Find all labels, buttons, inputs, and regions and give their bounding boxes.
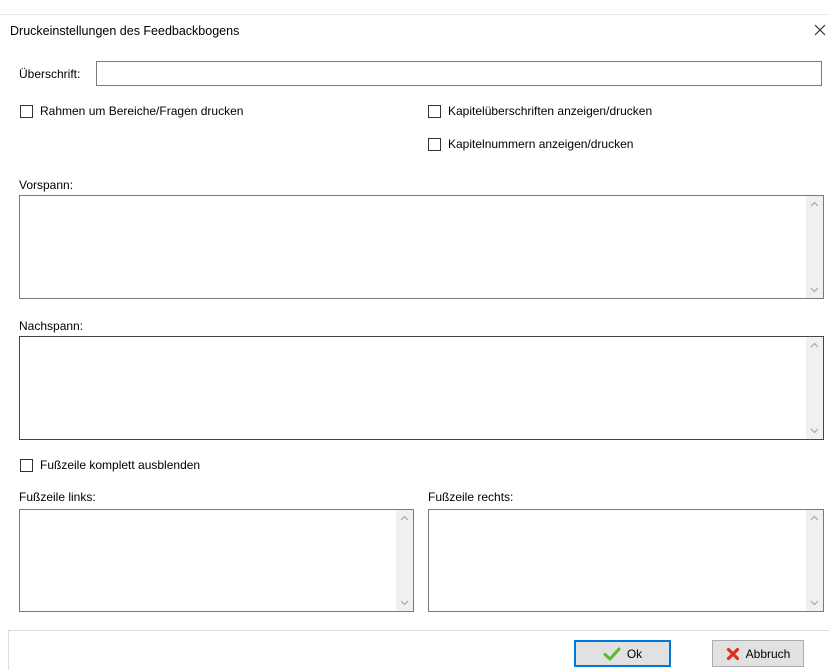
- footer-left-memo[interactable]: [19, 509, 414, 612]
- footer-left-scroll-down-button[interactable]: [396, 594, 413, 611]
- frame-checkbox-label: Rahmen um Bereiche/Fragen drucken: [40, 104, 244, 118]
- footer-right-scrollbar[interactable]: [806, 510, 823, 611]
- chapter-numbers-checkbox-label: Kapitelnummern anzeigen/drucken: [448, 137, 634, 151]
- cancel-button[interactable]: Abbruch: [712, 640, 804, 667]
- footer-left-label: Fußzeile links:: [19, 490, 96, 504]
- ok-button[interactable]: Ok: [574, 640, 671, 667]
- heading-input[interactable]: [96, 61, 822, 86]
- footer-right-scroll-down-button[interactable]: [806, 594, 823, 611]
- footer-right-memo[interactable]: [428, 509, 824, 612]
- epilogue-memo[interactable]: [19, 336, 824, 440]
- preamble-memo[interactable]: [19, 195, 824, 299]
- button-bar-left-edge: [8, 630, 9, 670]
- chapter-titles-checkbox-label: Kapitelüberschriften anzeigen/drucken: [448, 104, 653, 118]
- chevron-down-icon: [810, 428, 819, 434]
- epilogue-text-area[interactable]: [20, 337, 806, 439]
- chevron-down-icon: [810, 600, 819, 606]
- footer-left-scrollbar[interactable]: [396, 510, 413, 611]
- chevron-down-icon: [400, 600, 409, 606]
- preamble-label: Vorspann:: [19, 178, 74, 192]
- footer-left-text-area[interactable]: [20, 510, 396, 611]
- print-settings-dialog: Druckeinstellungen des Feedbackbogens Üb…: [0, 0, 829, 670]
- close-button[interactable]: [812, 21, 828, 39]
- chevron-down-icon: [810, 287, 819, 293]
- chapter-titles-checkbox[interactable]: Kapitelüberschriften anzeigen/drucken: [428, 104, 652, 118]
- close-icon: [814, 24, 826, 36]
- ok-button-label: Ok: [626, 646, 643, 661]
- preamble-text-area[interactable]: [20, 196, 806, 298]
- chevron-up-icon: [810, 201, 819, 207]
- frame-checkbox[interactable]: Rahmen um Bereiche/Fragen drucken: [20, 104, 243, 118]
- footer-right-text-area[interactable]: [429, 510, 806, 611]
- frame-checkbox-box[interactable]: [20, 104, 33, 118]
- preamble-scrollbar[interactable]: [806, 196, 823, 298]
- cancel-button-label: Abbruch: [745, 646, 791, 661]
- footer-right-scroll-up-button[interactable]: [806, 510, 823, 527]
- chevron-up-icon: [400, 515, 409, 521]
- epilogue-scrollbar[interactable]: [806, 337, 823, 439]
- chapter-titles-checkbox-box[interactable]: [428, 104, 441, 118]
- footer-right-label: Fußzeile rechts:: [428, 490, 514, 504]
- epilogue-scroll-down-button[interactable]: [806, 422, 823, 439]
- window-top-border: [0, 14, 829, 15]
- hide-footer-checkbox[interactable]: Fußzeile komplett ausblenden: [20, 458, 200, 472]
- checkmark-icon: [603, 647, 621, 660]
- chapter-numbers-checkbox-box[interactable]: [428, 137, 441, 151]
- cross-icon: [726, 647, 739, 660]
- dialog-title: Druckeinstellungen des Feedbackbogens: [10, 24, 240, 38]
- button-bar-separator: [8, 630, 829, 631]
- epilogue-label: Nachspann:: [19, 319, 84, 333]
- chapter-numbers-checkbox[interactable]: Kapitelnummern anzeigen/drucken: [428, 137, 633, 151]
- epilogue-scroll-up-button[interactable]: [806, 337, 823, 354]
- footer-left-scroll-up-button[interactable]: [396, 510, 413, 527]
- chevron-up-icon: [810, 342, 819, 348]
- chevron-up-icon: [810, 515, 819, 521]
- hide-footer-checkbox-label: Fußzeile komplett ausblenden: [40, 458, 201, 472]
- preamble-scroll-down-button[interactable]: [806, 281, 823, 298]
- heading-label: Überschrift:: [19, 67, 81, 81]
- preamble-scroll-up-button[interactable]: [806, 196, 823, 213]
- hide-footer-checkbox-box[interactable]: [20, 458, 33, 472]
